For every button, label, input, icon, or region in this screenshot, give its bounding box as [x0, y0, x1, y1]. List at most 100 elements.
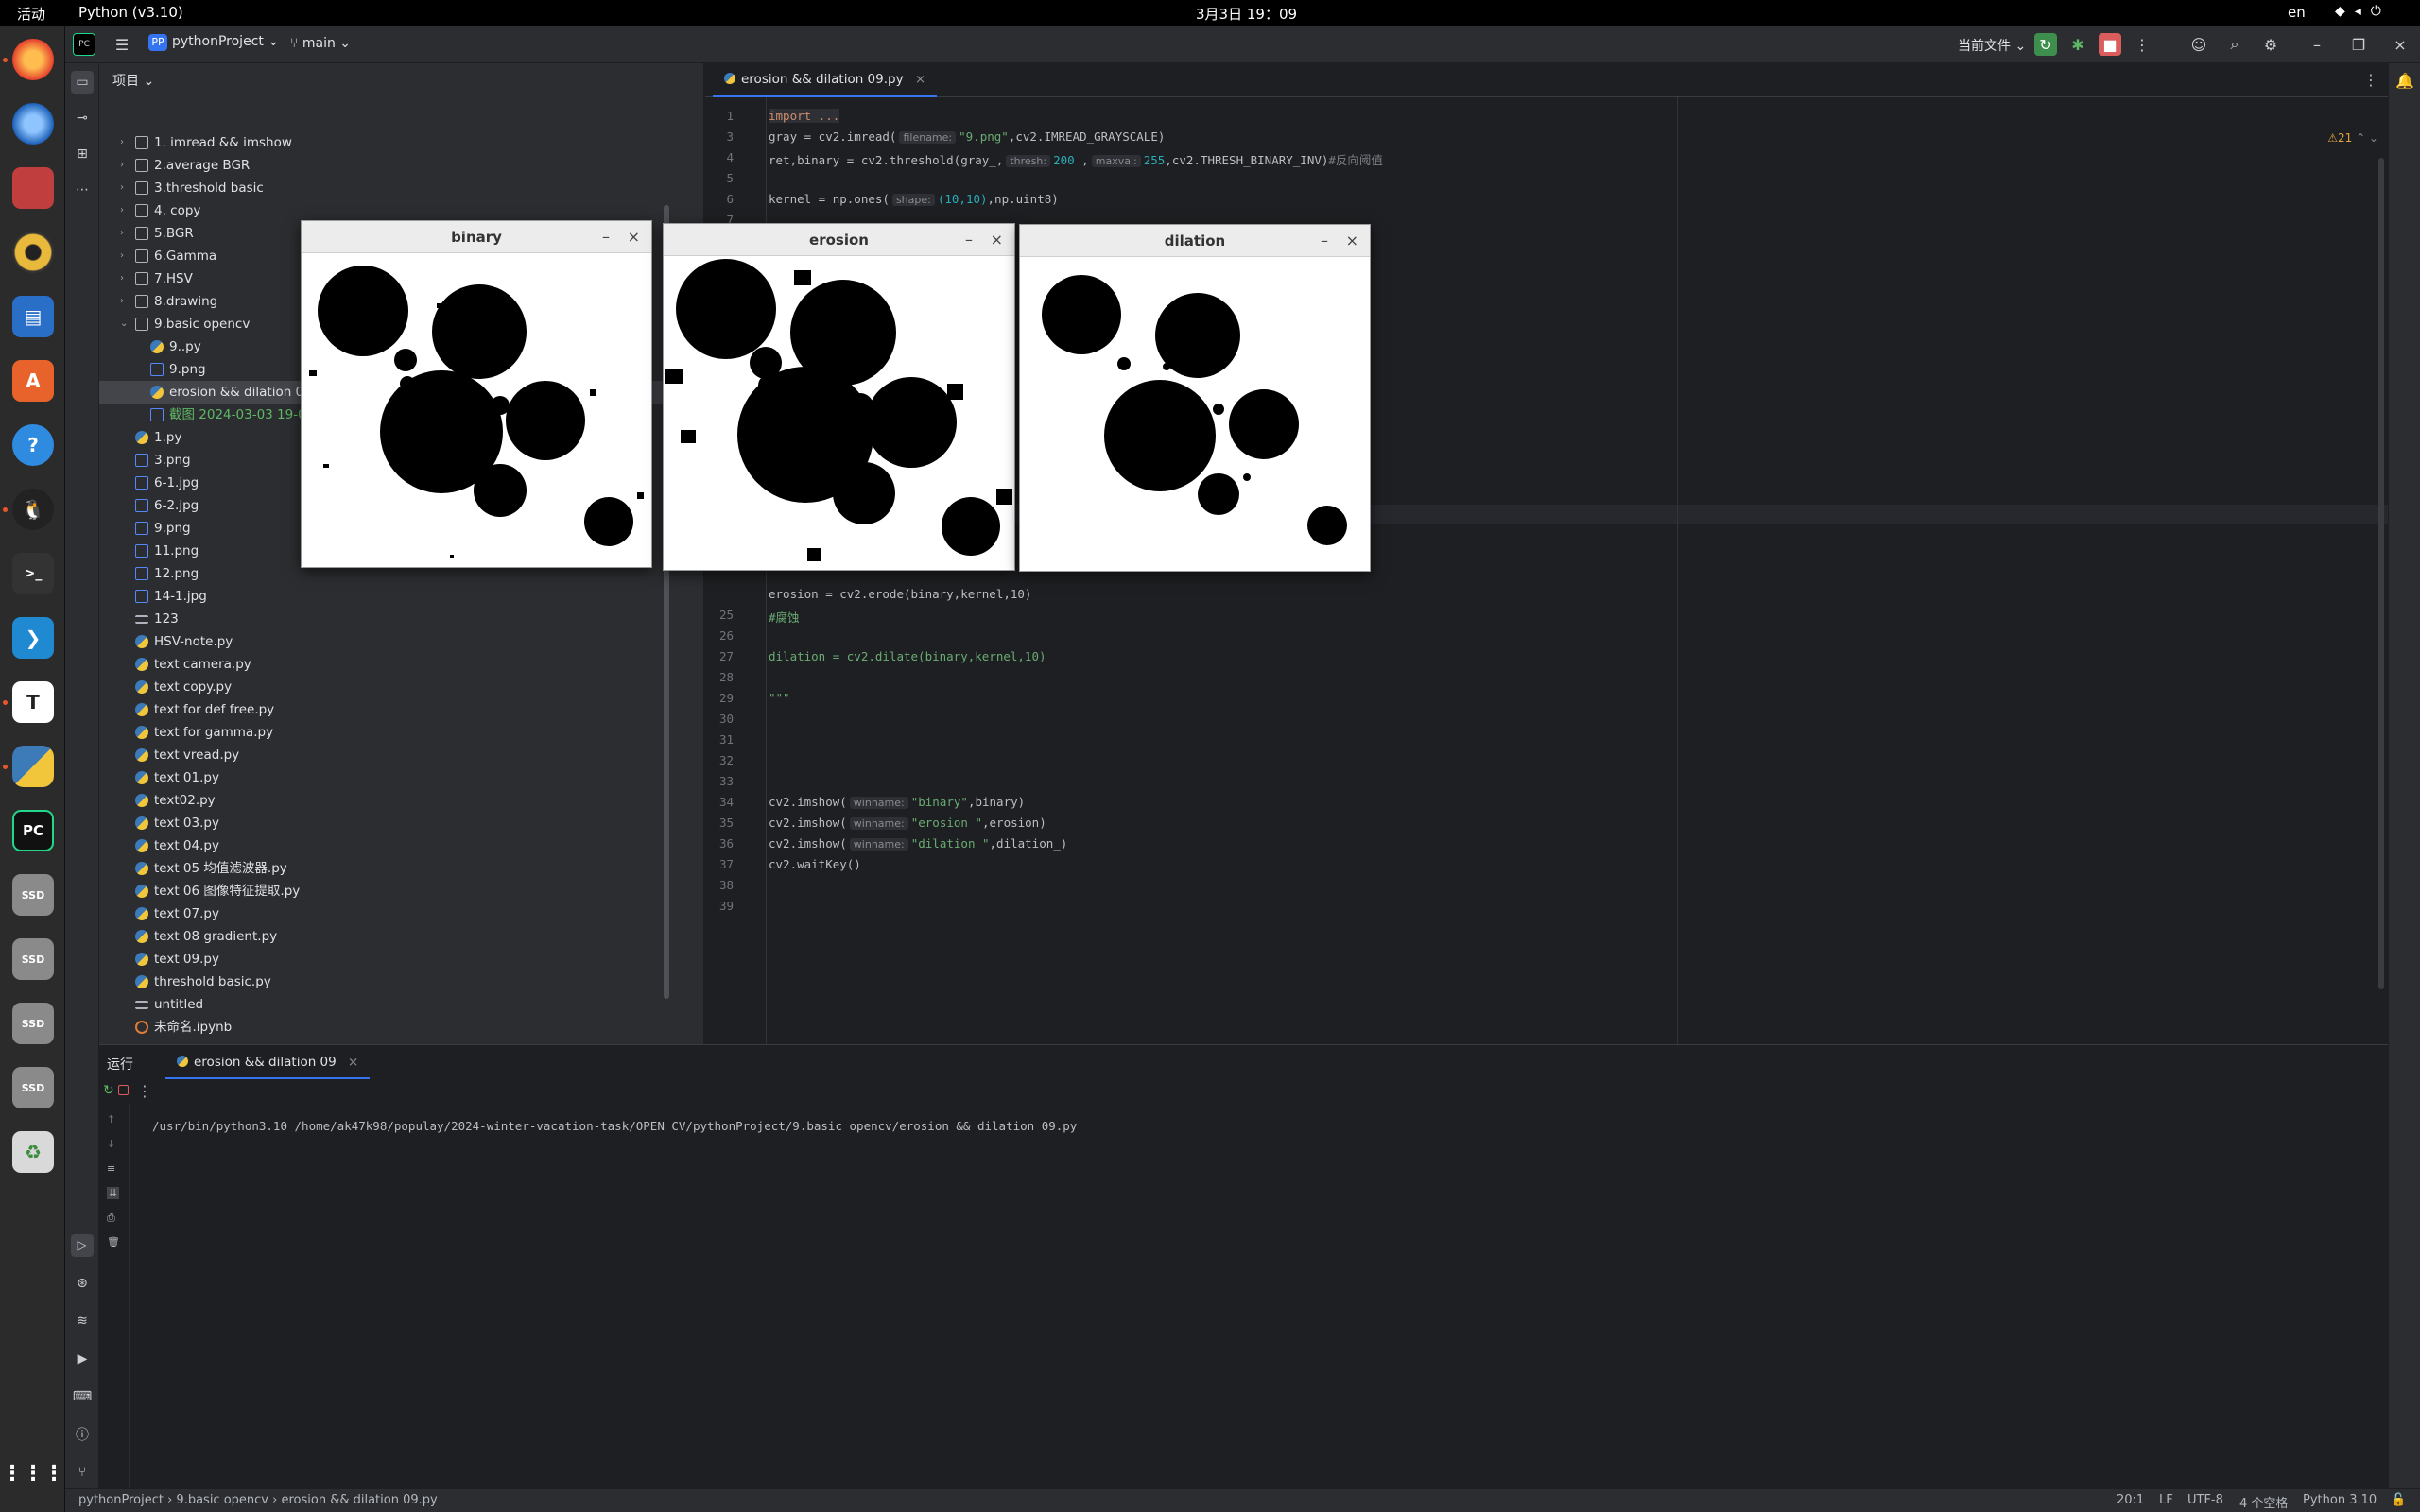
code-line[interactable]: #腐蚀 [769, 608, 800, 626]
project-tree-item[interactable]: HSV-note.py [99, 630, 703, 653]
code-line[interactable]: cv2.imshow(winname: "dilation ",dilation_… [769, 836, 1067, 850]
breadcrumb-project[interactable]: pythonProject [78, 1493, 164, 1507]
window-titlebar[interactable]: binary – × [302, 221, 651, 253]
project-tree-item[interactable]: text 08 gradient.py [99, 925, 703, 948]
close-tab-icon[interactable]: × [915, 72, 925, 87]
python-packages-icon[interactable]: ⊛ [71, 1272, 94, 1295]
inspection-warnings-badge[interactable]: ⚠21 ⌃ ⌄ [2327, 131, 2378, 145]
terminal-tool-icon[interactable]: ⌨ [71, 1385, 94, 1408]
project-tree-item[interactable]: › 3.threshold basic [99, 177, 703, 199]
stop-icon[interactable] [118, 1085, 129, 1095]
project-tree-item[interactable]: text 05 均值滤波器.py [99, 857, 703, 880]
code-line[interactable]: ret,binary = cv2.threshold(gray_, thresh:… [769, 150, 1383, 168]
project-tree-item[interactable]: text copy.py [99, 676, 703, 698]
system-tray-icons[interactable]: ◆◂⏻ [2335, 4, 2391, 19]
search-icon[interactable]: ⌕ [2223, 33, 2246, 56]
binary-window[interactable]: binary – × [301, 220, 652, 568]
input-language[interactable]: en [2288, 4, 2306, 21]
close-icon[interactable]: × [991, 224, 1003, 256]
trash-icon[interactable]: ♻ [12, 1131, 54, 1173]
project-tree-item[interactable]: 未命名.ipynb [99, 1016, 703, 1039]
rhythmbox-icon[interactable] [12, 232, 54, 273]
services-icon[interactable]: ▶ [71, 1348, 94, 1370]
editor-tabs-menu-icon[interactable]: ⋮ [2363, 71, 2378, 89]
git-tool-icon[interactable]: ⑂ [71, 1461, 94, 1484]
folded-imports[interactable]: import ... [769, 109, 840, 123]
minimize-icon[interactable]: – [965, 224, 973, 256]
console-output[interactable]: /usr/bin/python3.10 /home/ak47k98/popula… [152, 1119, 1077, 1133]
rerun-icon[interactable]: ↻ [103, 1083, 114, 1098]
lock-icon[interactable]: 🔓 [2391, 1493, 2406, 1507]
run-tool-icon[interactable]: ▷ [71, 1234, 94, 1257]
show-apps-icon[interactable]: ⋮⋮⋮ [2, 1452, 64, 1494]
restore-window-icon[interactable]: ❐ [2347, 33, 2370, 56]
close-icon[interactable]: × [628, 221, 640, 253]
close-icon[interactable]: × [1346, 225, 1358, 257]
line-separator[interactable]: LF [2159, 1493, 2173, 1507]
project-tree-item[interactable]: › 1. imread && imshow [99, 131, 703, 154]
help-icon[interactable]: ? [12, 424, 54, 466]
project-tree-item[interactable]: text 06 图像特征提取.py [99, 880, 703, 902]
code-line[interactable]: cv2.imshow(winname: "erosion ",erosion) [769, 816, 1046, 830]
project-tree-item[interactable]: text 07.py [99, 902, 703, 925]
project-tool-icon[interactable]: ▭ [71, 71, 94, 94]
minimize-window-icon[interactable]: – [2306, 33, 2328, 56]
thunderbird-icon[interactable] [12, 103, 54, 145]
file-encoding[interactable]: UTF-8 [2187, 1493, 2223, 1507]
code-line[interactable]: dilation = cv2.dilate(binary,kernel,10) [769, 649, 1046, 663]
layers-icon[interactable]: ≋ [71, 1310, 94, 1332]
minimize-icon[interactable]: – [602, 221, 610, 253]
chevron-right-icon[interactable]: › [120, 131, 131, 154]
minimize-icon[interactable]: – [1321, 225, 1328, 257]
chevron-right-icon[interactable]: › [120, 154, 131, 177]
vscode-icon[interactable]: ❯ [12, 617, 54, 659]
window-titlebar[interactable]: erosion – × [664, 224, 1014, 256]
python-interpreter[interactable]: Python 3.10 [2303, 1493, 2377, 1507]
project-tree-item[interactable]: text camera.py [99, 653, 703, 676]
project-tree-item[interactable]: text 04.py [99, 834, 703, 857]
python-icon[interactable] [12, 746, 54, 787]
project-tree-item[interactable]: text 03.py [99, 812, 703, 834]
rerun-icon[interactable]: ↻ [2034, 33, 2057, 56]
code-line[interactable]: erosion = cv2.erode(binary,kernel,10) [769, 587, 1031, 601]
editor-scrollbar[interactable] [2378, 158, 2384, 989]
settings-gear-icon[interactable]: ⚙ [2259, 33, 2282, 56]
qq-icon[interactable]: 🐧 [12, 489, 54, 530]
project-tree-item[interactable]: text 09.py [99, 948, 703, 971]
project-tree-item[interactable]: text02.py [99, 789, 703, 812]
erosion-window[interactable]: erosion – × [663, 223, 1015, 571]
chevron-right-icon[interactable]: › [120, 199, 131, 222]
active-app-label[interactable]: Python (v3.10) [78, 4, 183, 21]
chevron-right-icon[interactable]: › [120, 290, 131, 313]
dilation-window[interactable]: dilation – × [1019, 224, 1371, 572]
terminal-icon[interactable]: >_ [12, 553, 54, 594]
problems-icon[interactable]: ⓘ [71, 1423, 94, 1446]
code-line[interactable]: cv2.imshow(winname: "binary",binary) [769, 795, 1025, 809]
project-tree-item[interactable]: 123 [99, 608, 703, 630]
commit-tool-icon[interactable]: ⊸ [71, 107, 94, 129]
clear-icon[interactable]: 🗑 [107, 1236, 120, 1248]
project-panel-title[interactable]: 项目 ⌄ [112, 71, 154, 90]
caret-position[interactable]: 20:1 [2117, 1493, 2144, 1507]
editor-tab-active[interactable]: erosion && dilation 09.py × [713, 63, 938, 97]
project-tree-item[interactable]: › 4. copy [99, 199, 703, 222]
clock[interactable]: 3月3日 19：09 [1196, 4, 1297, 24]
typora-icon[interactable]: T [12, 681, 54, 723]
chevron-right-icon[interactable]: › [120, 267, 131, 290]
code-line[interactable]: gray = cv2.imread(filename: "9.png",cv2.I… [769, 129, 1165, 144]
project-tree-item[interactable]: text for gamma.py [99, 721, 703, 744]
chevron-right-icon[interactable]: › [120, 177, 131, 199]
chevron-down-icon[interactable]: ⌄ [120, 313, 131, 335]
breadcrumb-file[interactable]: erosion && dilation 09.py [281, 1493, 437, 1507]
code-line[interactable]: """ [769, 691, 790, 705]
drive-icon[interactable]: SSD [12, 1067, 54, 1108]
run-tab[interactable]: erosion && dilation 09 × [165, 1045, 371, 1079]
drive-icon[interactable]: SSD [12, 874, 54, 916]
structure-tool-icon[interactable]: ⊞ [71, 143, 94, 165]
drive-icon[interactable]: SSD [12, 1003, 54, 1044]
more-tools-icon[interactable]: ⋯ [71, 179, 94, 201]
branch-selector[interactable]: ⑂ main ⌄ [290, 36, 351, 51]
main-menu-icon[interactable]: ☰ [111, 33, 133, 56]
add-user-icon[interactable]: ☺ [2187, 33, 2210, 56]
window-titlebar[interactable]: dilation – × [1020, 225, 1370, 257]
